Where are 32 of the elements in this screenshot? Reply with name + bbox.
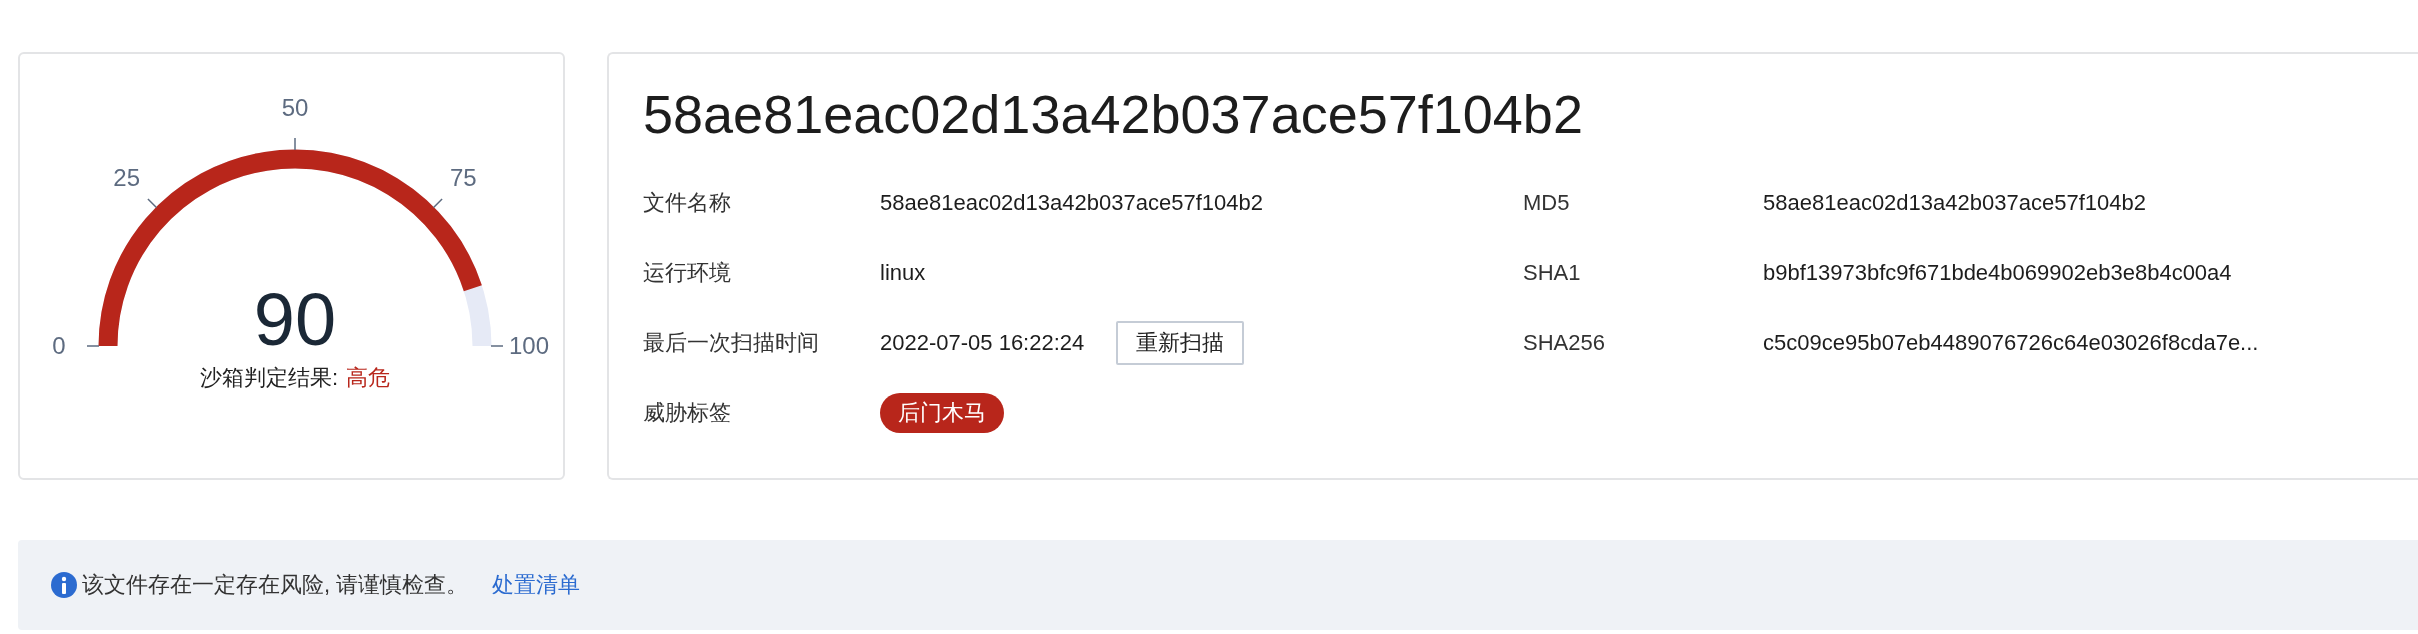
hash-label: SHA256	[1523, 330, 1606, 356]
hash-label: SHA1	[1523, 260, 1582, 286]
hash-value: b9bf13973bfc9f671bde4b069902eb3e8b4c00a4	[1763, 260, 2232, 286]
hash-label: MD5	[1523, 190, 1571, 216]
file-hash-title: 58ae81eac02d13a42b037ace57f104b2	[643, 83, 1584, 146]
disposal-list-link[interactable]: 处置清单	[492, 570, 581, 600]
tick-mark	[490, 345, 504, 347]
tick-label: 50	[281, 94, 309, 121]
field-label: 运行环境	[643, 259, 732, 287]
field-label: 文件名称	[643, 189, 732, 217]
tick-mark	[294, 137, 296, 151]
tick-label: 0	[52, 332, 66, 359]
tick-label: 25	[113, 163, 141, 191]
hash-value: c5c09ce95b07eb4489076726c64e03026f8cda7e...	[1763, 330, 2259, 356]
tick-mark	[147, 198, 158, 209]
score-value: 90	[253, 278, 337, 361]
info-icon	[50, 571, 78, 599]
field-label: 威胁标签	[643, 399, 732, 427]
verdict-value: 高危	[346, 365, 391, 390]
field-label: 最后一次扫描时间	[643, 329, 820, 357]
threat-tag: 后门木马	[880, 393, 1004, 433]
rescan-button[interactable]: 重新扫描	[1116, 321, 1245, 365]
tick-label: 100	[509, 332, 550, 359]
tick-label: 75	[449, 163, 477, 191]
tick-mark	[86, 345, 100, 347]
hash-value: 58ae81eac02d13a42b037ace57f104b2	[1763, 190, 2146, 216]
verdict-label: 沙箱判定结果:	[199, 365, 339, 390]
tick-mark	[432, 198, 443, 209]
field-value: 58ae81eac02d13a42b037ace57f104b2	[880, 190, 1263, 216]
field-value: linux	[880, 260, 926, 286]
notice-text: 该文件存在一定存在风险, 请谨慎检查。	[82, 571, 469, 599]
field-value: 2022-07-05 16:22:24	[880, 330, 1085, 356]
